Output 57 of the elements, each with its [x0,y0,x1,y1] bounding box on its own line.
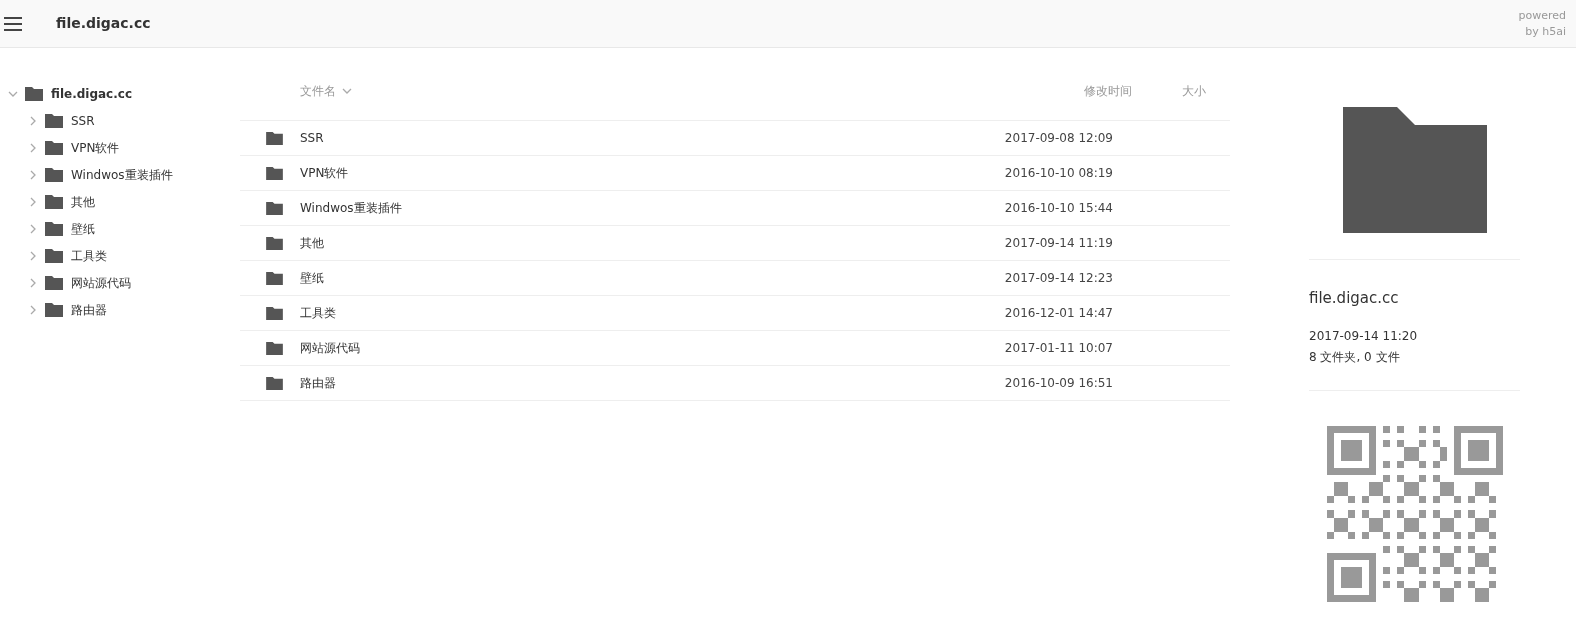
chevron-right-icon[interactable] [28,304,38,315]
modified-date: 2016-10-10 08:19 [1003,165,1113,182]
chevron-right-icon[interactable] [28,277,38,288]
tree-item[interactable]: 其他 [71,192,95,211]
tree-item[interactable]: Windwos重装插件 [71,165,173,184]
folder-icon [45,302,63,317]
folder-icon [266,236,283,250]
folder-name: file.digac.cc [1309,288,1400,309]
folder-icon [266,271,283,285]
folder-icon [266,166,283,180]
folder-icon [266,341,283,355]
modified-date: 2017-09-14 11:19 [1003,235,1113,252]
folder-icon [266,201,283,215]
site-title[interactable]: file.digac.cc [56,13,151,34]
folder-icon [45,221,63,236]
sort-chevron-icon[interactable] [342,86,352,96]
modified-date: 2017-09-08 12:09 [1003,130,1113,147]
file-name[interactable]: 其他 [300,234,913,252]
tree-item[interactable]: 工具类 [71,246,107,265]
tree-item[interactable]: 壁纸 [71,219,95,238]
folder-icon [266,306,283,320]
folder-icon [266,131,283,145]
modified-date: 2016-12-01 14:47 [1003,305,1113,322]
tree-item[interactable]: 网站源代码 [71,273,131,292]
chevron-right-icon[interactable] [28,142,38,153]
file-name[interactable]: Windwos重装插件 [300,199,913,217]
file-name[interactable]: SSR [300,129,913,147]
modified-date: 2017-09-14 11:20 [1309,327,1419,345]
folder-icon [45,248,63,263]
modified-date: 2017-09-14 12:23 [1003,270,1113,287]
folder-icon [1342,106,1487,233]
folder-icon [45,275,63,290]
chevron-right-icon[interactable] [28,250,38,261]
file-name[interactable]: VPN软件 [300,164,913,182]
modified-date: 2016-10-10 15:44 [1003,200,1113,217]
folder-icon [266,376,283,390]
folder-icon [45,140,63,155]
folder-icon [45,167,63,182]
chevron-right-icon[interactable] [28,223,38,234]
tree-item[interactable]: file.digac.cc [51,84,132,103]
content-count: 8 文件夹, 0 文件 [1309,348,1401,366]
modified-date: 2016-10-09 16:51 [1003,375,1113,392]
tree-item[interactable]: SSR [71,111,95,130]
folder-icon [45,194,63,209]
chevron-right-icon[interactable] [28,169,38,180]
folder-icon [25,86,43,101]
folder-icon [45,113,63,128]
tree-item[interactable]: 路由器 [71,300,107,319]
file-name[interactable]: 壁纸 [300,269,913,287]
chevron-right-icon[interactable] [28,115,38,126]
modified-date: 2017-01-11 10:07 [1003,340,1113,357]
tree-item[interactable]: VPN软件 [71,138,120,157]
menu-icon[interactable] [4,16,22,31]
file-name[interactable]: 工具类 [300,304,913,322]
file-name[interactable]: 路由器 [300,374,913,392]
file-name[interactable]: 网站源代码 [300,339,913,357]
chevron-right-icon[interactable] [28,196,38,207]
